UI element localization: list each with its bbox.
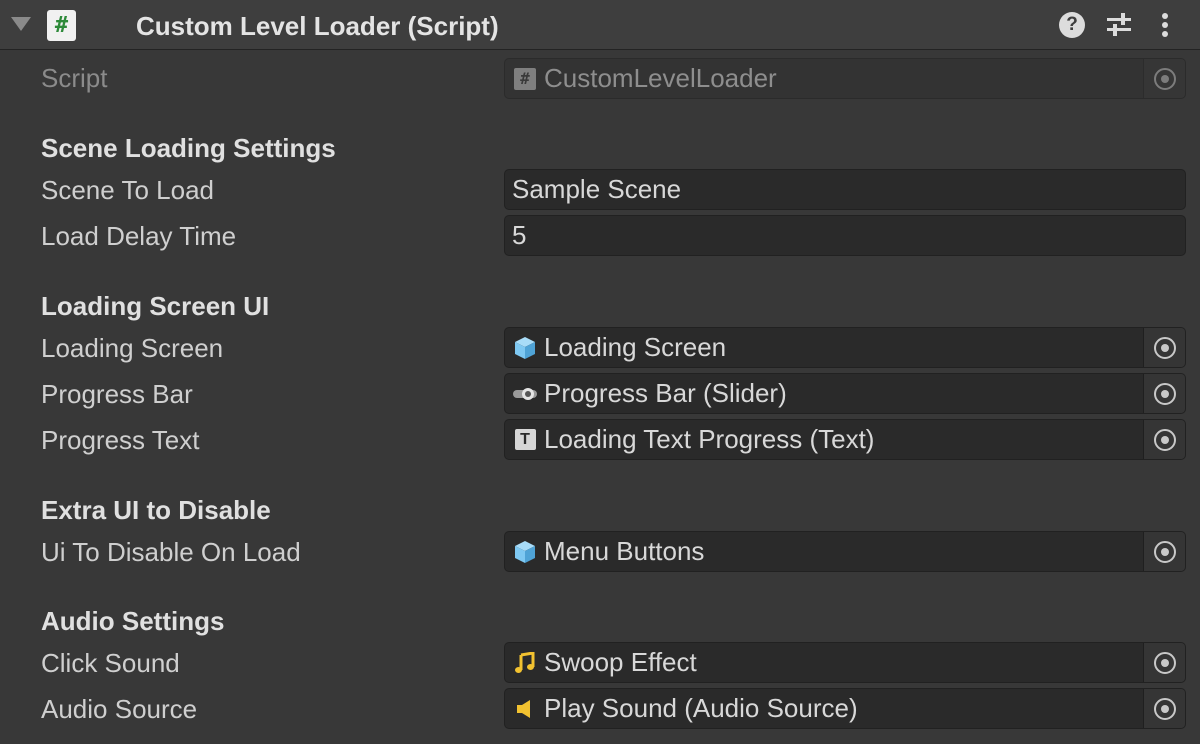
object-picker-button[interactable]	[1143, 532, 1185, 571]
script-label: Script	[41, 63, 108, 93]
scene-to-load-label: Scene To Load	[41, 175, 214, 205]
progress-text-field[interactable]: T Loading Text Progress (Text)	[504, 419, 1186, 460]
audio-source-value: Play Sound (Audio Source)	[544, 693, 858, 723]
load-delay-time-value: 5	[512, 220, 527, 250]
component-title: Custom Level Loader (Script)	[136, 11, 499, 41]
load-delay-time-input[interactable]: 5	[504, 215, 1186, 256]
script-icon: #	[512, 66, 538, 92]
object-picker-button	[1143, 59, 1185, 98]
target-icon	[1153, 428, 1176, 451]
target-icon	[1153, 540, 1176, 563]
gameobject-cube-icon	[512, 539, 538, 565]
section-header: Loading Screen UI	[41, 291, 270, 321]
audio-source-field[interactable]: Play Sound (Audio Source)	[504, 688, 1186, 729]
slider-icon	[512, 381, 538, 407]
section-header: Extra UI to Disable	[41, 495, 271, 525]
progress-bar-field[interactable]: Progress Bar (Slider)	[504, 373, 1186, 414]
click-sound-field[interactable]: Swoop Effect	[504, 642, 1186, 683]
csharp-script-icon: #	[47, 10, 76, 41]
object-picker-button[interactable]	[1143, 689, 1185, 728]
ui-to-disable-label: Ui To Disable On Load	[41, 537, 301, 567]
audio-source-icon	[512, 696, 538, 722]
target-icon	[1153, 651, 1176, 674]
kebab-menu-icon[interactable]	[1151, 11, 1179, 39]
progress-bar-label: Progress Bar	[41, 379, 193, 409]
gameobject-cube-icon	[512, 335, 538, 361]
section-header: Scene Loading Settings	[41, 133, 336, 163]
click-sound-label: Click Sound	[41, 648, 180, 678]
scene-to-load-value: Sample Scene	[512, 174, 682, 204]
audio-clip-icon	[512, 650, 538, 676]
section-header: Audio Settings	[41, 606, 225, 636]
progress-bar-value: Progress Bar (Slider)	[544, 378, 787, 408]
ui-to-disable-value: Menu Buttons	[544, 536, 705, 566]
inspector-component: # Custom Level Loader (Script) ? Script …	[0, 0, 1200, 744]
target-icon	[1153, 336, 1176, 359]
object-picker-button[interactable]	[1143, 328, 1185, 367]
help-icon[interactable]: ?	[1059, 12, 1085, 38]
presets-icon[interactable]	[1105, 11, 1133, 39]
audio-source-label: Audio Source	[41, 694, 198, 724]
scene-to-load-input[interactable]: Sample Scene	[504, 169, 1186, 210]
target-icon	[1153, 382, 1176, 405]
load-delay-time-label: Load Delay Time	[41, 221, 237, 251]
progress-text-label: Progress Text	[41, 425, 200, 455]
loading-screen-value: Loading Screen	[544, 332, 727, 362]
script-value: CustomLevelLoader	[544, 63, 777, 93]
object-picker-button[interactable]	[1143, 420, 1185, 459]
object-picker-button[interactable]	[1143, 643, 1185, 682]
target-icon	[1153, 697, 1176, 720]
component-header[interactable]: # Custom Level Loader (Script) ?	[0, 0, 1200, 50]
progress-text-value: Loading Text Progress (Text)	[544, 424, 875, 454]
foldout-arrow-icon[interactable]	[11, 17, 31, 31]
object-picker-button[interactable]	[1143, 374, 1185, 413]
loading-screen-field[interactable]: Loading Screen	[504, 327, 1186, 368]
target-icon	[1153, 67, 1176, 90]
text-icon: T	[512, 427, 538, 453]
click-sound-value: Swoop Effect	[544, 647, 697, 677]
script-field: # CustomLevelLoader	[504, 58, 1186, 99]
ui-to-disable-field[interactable]: Menu Buttons	[504, 531, 1186, 572]
loading-screen-label: Loading Screen	[41, 333, 224, 363]
